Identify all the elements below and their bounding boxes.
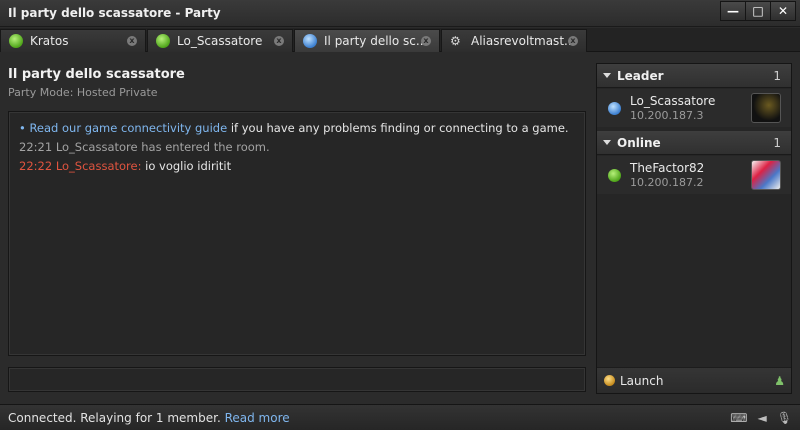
tab-label: Lo_Scassatore: [177, 34, 263, 48]
minimize-button[interactable]: —: [720, 1, 746, 21]
member-name: TheFactor82: [630, 161, 705, 175]
tab-lo-scassatore[interactable]: Lo_Scassatore x: [147, 29, 293, 52]
chat-log[interactable]: • Read our game connectivity guide if yo…: [8, 111, 586, 356]
section-count: 1: [773, 69, 781, 83]
online-section-header[interactable]: Online 1: [597, 131, 791, 155]
close-tab-icon[interactable]: x: [568, 36, 578, 46]
section-label: Online: [617, 136, 661, 150]
avatar: [751, 160, 781, 190]
tab-bar: Kratos x Lo_Scassatore x Il party dello …: [0, 28, 800, 52]
green-status-icon: [9, 34, 23, 48]
member-panel: Leader 1 Lo_Scassatore 10.200.187.3 Onli…: [596, 63, 792, 394]
chat-message: 22:22 Lo_Scassatore: io voglio idiritit: [19, 157, 575, 176]
leader-section-header[interactable]: Leader 1: [597, 64, 791, 88]
chat-input[interactable]: [8, 367, 586, 392]
member-online[interactable]: TheFactor82 10.200.187.2: [597, 156, 791, 194]
tab-label: Il party dello sc...: [324, 34, 428, 48]
member-ip: 10.200.187.2: [630, 176, 704, 189]
close-tab-icon[interactable]: x: [274, 36, 284, 46]
status-text: Connected. Relaying for 1 member.: [8, 411, 221, 425]
message-time: 22:22: [19, 159, 53, 173]
tab-party[interactable]: Il party dello sc... x: [294, 29, 440, 52]
bullet: •: [19, 121, 26, 135]
member-leader[interactable]: Lo_Scassatore 10.200.187.3: [597, 89, 791, 127]
microphone-icon[interactable]: 🎙: [777, 411, 792, 425]
chat-message: 22:21 Lo_Scassatore has entered the room…: [19, 138, 575, 157]
leader-status-icon: [608, 102, 621, 115]
launch-button[interactable]: Launch: [620, 374, 663, 388]
green-status-icon: [156, 34, 170, 48]
close-tab-icon[interactable]: x: [127, 36, 137, 46]
close-tab-icon[interactable]: x: [421, 36, 431, 46]
party-icon: [303, 34, 317, 48]
message-time: 22:21: [19, 140, 53, 154]
close-button[interactable]: ✕: [770, 1, 796, 21]
member-name: Lo_Scassatore: [630, 94, 716, 108]
collapse-arrow-icon: [603, 73, 611, 78]
message-text: Lo_Scassatore has entered the room.: [55, 140, 270, 154]
window-title: Il party dello scassatore - Party: [8, 6, 221, 20]
section-count: 1: [773, 136, 781, 150]
member-ip: 10.200.187.3: [630, 109, 704, 122]
add-member-icon[interactable]: ♟: [774, 374, 785, 388]
read-more-link[interactable]: Read more: [225, 411, 290, 425]
system-message: • Read our game connectivity guide if yo…: [19, 119, 575, 138]
message-user: Lo_Scassatore:: [55, 159, 142, 173]
party-mode: Party Mode: Hosted Private: [8, 86, 158, 99]
guide-message-text: if you have any problems finding or conn…: [227, 121, 569, 135]
collapse-arrow-icon: [603, 140, 611, 145]
tab-label: Aliasrevoltmast...: [471, 34, 576, 48]
online-status-icon: [608, 169, 621, 182]
section-label: Leader: [617, 69, 664, 83]
speaker-icon[interactable]: ◄: [758, 411, 767, 425]
status-bar: Connected. Relaying for 1 member. Read m…: [0, 404, 800, 430]
tab-label: Kratos: [30, 34, 69, 48]
window-controls: — □ ✕: [720, 1, 796, 21]
party-title: Il party dello scassatore: [8, 67, 185, 82]
message-text: io voglio idiritit: [145, 159, 232, 173]
status-icons: ⌨ ◄ 🎙: [730, 411, 792, 425]
status-message: Connected. Relaying for 1 member. Read m…: [8, 411, 290, 425]
gear-icon: ⚙: [450, 34, 461, 48]
maximize-button[interactable]: □: [745, 1, 771, 21]
avatar: [751, 93, 781, 123]
title-bar: Il party dello scassatore - Party — □ ✕: [0, 0, 800, 27]
launch-icon: [604, 375, 615, 386]
tab-kratos[interactable]: Kratos x: [0, 29, 146, 52]
connectivity-guide-link[interactable]: Read our game connectivity guide: [29, 121, 227, 135]
tab-aliasrevoltmast[interactable]: ⚙ Aliasrevoltmast... x: [441, 29, 587, 52]
keyboard-icon[interactable]: ⌨: [730, 411, 747, 425]
launch-bar: Launch ♟: [597, 367, 791, 393]
